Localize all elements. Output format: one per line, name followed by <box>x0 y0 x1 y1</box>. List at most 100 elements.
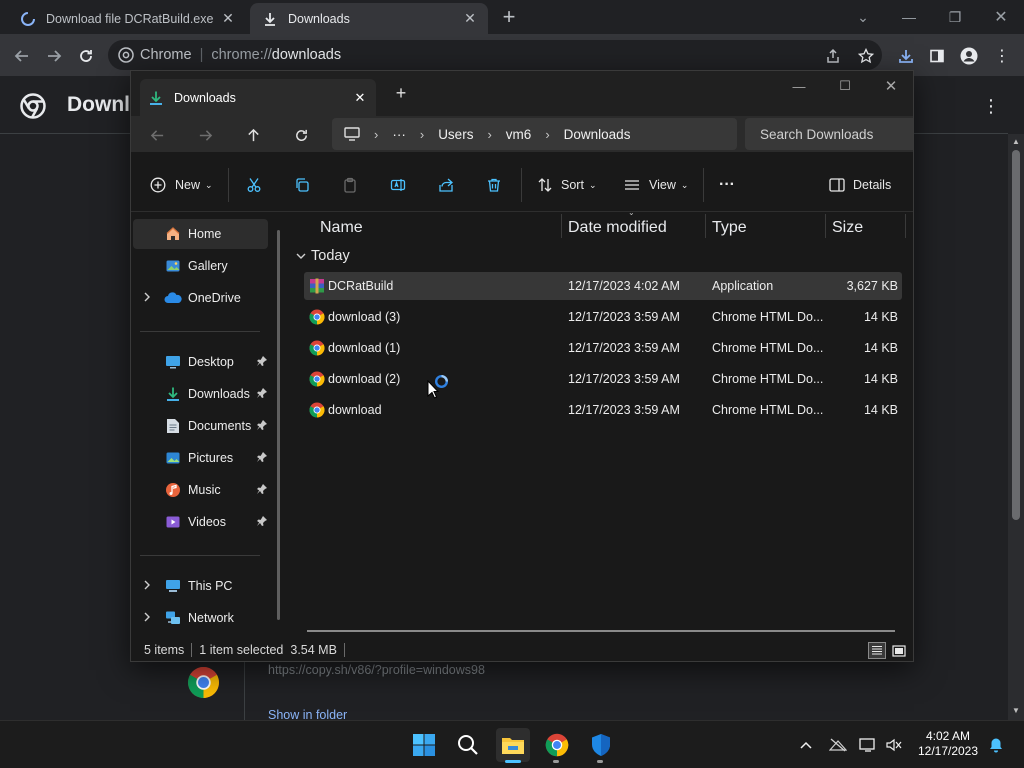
chevron-right-icon[interactable]: › <box>374 127 378 142</box>
column-header-name[interactable]: Name <box>320 219 363 237</box>
tab-search-icon[interactable]: ⌄ <box>840 0 886 34</box>
start-button[interactable] <box>407 728 441 762</box>
profile-avatar-icon[interactable] <box>956 43 982 69</box>
forward-button[interactable] <box>194 124 216 146</box>
display-icon[interactable] <box>858 735 878 755</box>
back-button[interactable] <box>9 43 35 69</box>
chevron-right-icon[interactable] <box>143 580 151 590</box>
column-divider[interactable] <box>825 214 826 238</box>
maximize-button[interactable]: ☐ <box>822 72 868 100</box>
details-pane-button[interactable]: Details <box>829 172 891 198</box>
scroll-down-icon[interactable]: ▼ <box>1012 706 1020 715</box>
pin-icon[interactable] <box>256 483 268 495</box>
close-window-button[interactable]: ✕ <box>868 72 914 100</box>
horizontal-scrollbar[interactable] <box>307 630 895 632</box>
chevron-right-icon[interactable]: › <box>487 127 491 142</box>
close-tab-icon[interactable]: ✕ <box>458 7 482 31</box>
chevron-right-icon[interactable]: › <box>545 127 549 142</box>
nav-item-pictures[interactable]: Pictures <box>133 443 268 473</box>
forward-button[interactable] <box>41 43 67 69</box>
minimize-button[interactable]: — <box>776 72 822 100</box>
page-scrollbar-thumb[interactable] <box>1012 150 1020 520</box>
file-row[interactable]: DCRatBuild 12/17/2023 4:02 AM Applicatio… <box>304 272 902 300</box>
chrome-tab-downloads[interactable]: Downloads ✕ <box>250 3 488 34</box>
see-more-button[interactable]: ··· <box>719 172 735 198</box>
breadcrumb[interactable]: › ··· › Users › vm6 › Downloads <box>332 118 737 150</box>
chevron-down-icon[interactable] <box>296 252 306 260</box>
column-header-size[interactable]: Size <box>832 219 863 237</box>
close-window-button[interactable]: ✕ <box>978 0 1024 34</box>
bookmark-star-icon[interactable] <box>853 43 879 69</box>
file-explorer-taskbar-button[interactable] <box>496 728 530 762</box>
cut-button[interactable] <box>246 172 262 198</box>
group-header-today[interactable]: Today <box>296 248 350 264</box>
column-header-date[interactable]: Date modified <box>568 219 667 237</box>
scroll-up-icon[interactable]: ▲ <box>1012 137 1020 146</box>
pin-icon[interactable] <box>256 387 268 399</box>
nav-item-gallery[interactable]: Gallery <box>133 251 268 281</box>
column-divider[interactable] <box>905 214 906 238</box>
paste-button[interactable] <box>342 172 358 198</box>
share-button[interactable] <box>438 172 454 198</box>
monitor-icon[interactable] <box>344 127 360 141</box>
new-tab-button[interactable]: + <box>496 5 522 31</box>
column-divider[interactable] <box>705 214 706 238</box>
chrome-tab-download-file[interactable]: Download file DCRatBuild.exe on ✕ <box>8 3 246 34</box>
nav-item-home[interactable]: Home <box>133 219 268 249</box>
details-view-button[interactable] <box>868 642 886 659</box>
nav-scrollbar[interactable] <box>277 230 280 620</box>
minimize-button[interactable]: — <box>886 0 932 34</box>
column-divider[interactable] <box>561 214 562 238</box>
chevron-up-icon[interactable] <box>796 735 816 755</box>
explorer-tab-downloads[interactable]: Downloads ✕ <box>140 79 376 116</box>
pin-icon[interactable] <box>256 419 268 431</box>
pin-icon[interactable] <box>256 355 268 367</box>
chrome-taskbar-button[interactable] <box>540 728 574 762</box>
up-button[interactable] <box>242 124 264 146</box>
chrome-menu-icon[interactable]: ⋮ <box>989 43 1015 69</box>
file-row[interactable]: download 12/17/2023 3:59 AM Chrome HTML … <box>304 396 902 424</box>
breadcrumb-overflow[interactable]: ··· <box>392 127 406 142</box>
nav-item-network[interactable]: Network <box>133 603 268 633</box>
sort-button[interactable]: Sort ⌄ <box>537 172 596 198</box>
file-row[interactable]: download (1) 12/17/2023 3:59 AM Chrome H… <box>304 334 902 362</box>
chevron-right-icon[interactable]: › <box>420 127 424 142</box>
refresh-button[interactable] <box>290 124 312 146</box>
side-panel-icon[interactable] <box>924 43 950 69</box>
nav-item-music[interactable]: Music <box>133 475 268 505</box>
view-button[interactable]: View ⌄ <box>624 172 688 198</box>
rename-button[interactable] <box>390 172 406 198</box>
file-row[interactable]: download (3) 12/17/2023 3:59 AM Chrome H… <box>304 303 902 331</box>
network-disconnected-icon[interactable] <box>828 735 848 755</box>
downloads-toolbar-icon[interactable] <box>893 43 919 69</box>
taskbar-clock[interactable]: 4:02 AM 12/17/2023 <box>912 729 984 759</box>
omnibox[interactable]: Chrome | chrome:// downloads <box>108 40 882 70</box>
reload-button[interactable] <box>73 43 99 69</box>
share-icon[interactable] <box>820 43 846 69</box>
delete-button[interactable] <box>486 172 502 198</box>
pin-icon[interactable] <box>256 515 268 527</box>
nav-item-onedrive[interactable]: OneDrive <box>133 283 268 313</box>
more-actions-icon[interactable]: ⋮ <box>982 96 1000 117</box>
nav-item-desktop[interactable]: Desktop <box>133 347 268 377</box>
chevron-right-icon[interactable] <box>143 612 151 622</box>
close-tab-icon[interactable]: ✕ <box>348 90 372 106</box>
restore-button[interactable]: ❐ <box>932 0 978 34</box>
windows-security-taskbar-button[interactable] <box>584 728 618 762</box>
breadcrumb-vm6[interactable]: vm6 <box>506 127 532 142</box>
column-header-type[interactable]: Type <box>712 219 747 237</box>
copy-button[interactable] <box>294 172 310 198</box>
nav-item-videos[interactable]: Videos <box>133 507 268 537</box>
search-input[interactable]: Search Downloads <box>745 118 913 150</box>
pin-icon[interactable] <box>256 451 268 463</box>
new-button[interactable]: New ⌄ <box>150 172 213 198</box>
notification-bell-icon[interactable] <box>986 735 1006 755</box>
back-button[interactable] <box>146 124 168 146</box>
nav-item-documents[interactable]: Documents <box>133 411 268 441</box>
search-button[interactable] <box>451 728 485 762</box>
tiles-view-button[interactable] <box>890 642 908 659</box>
chevron-right-icon[interactable] <box>143 292 151 302</box>
breadcrumb-users[interactable]: Users <box>438 127 473 142</box>
new-tab-button[interactable]: + <box>390 82 412 104</box>
nav-item-this-pc[interactable]: This PC <box>133 571 268 601</box>
